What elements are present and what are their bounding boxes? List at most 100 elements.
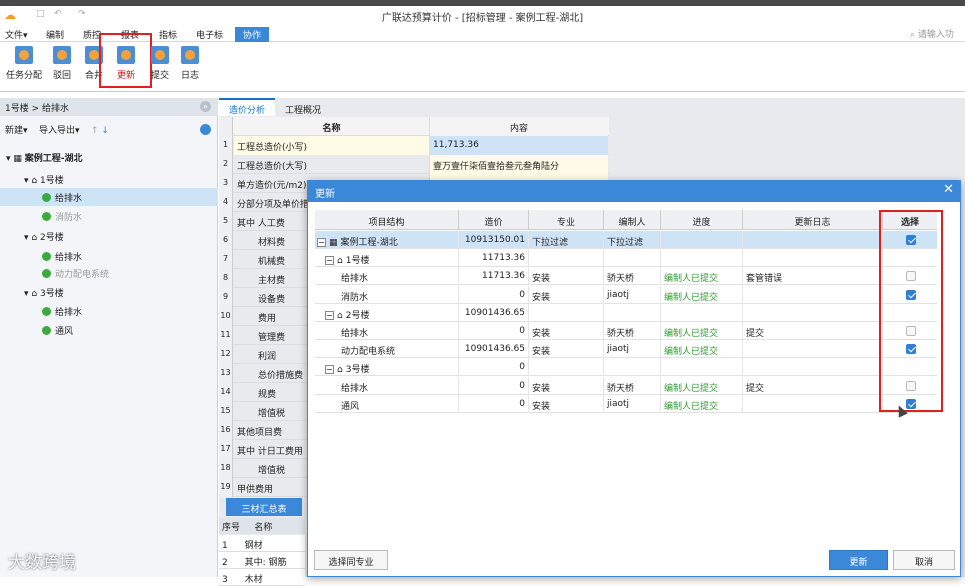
tree-item[interactable]: 消防水: [0, 207, 218, 225]
header-editor: 编制人: [604, 210, 661, 230]
bottom-table-row[interactable]: 1 钢材: [219, 535, 305, 552]
import-export-menu[interactable]: 导入导出▾: [39, 126, 80, 136]
grid-cell-editor: [604, 358, 661, 377]
bottom-header-name: 名称: [254, 523, 273, 533]
structure-label: 1号楼: [345, 256, 370, 267]
tree-item[interactable]: 给排水: [0, 247, 218, 265]
sheet-row[interactable]: 2 工程总造价(大写) 壹万壹仟柒佰壹拾叁元叁角陆分: [219, 155, 609, 174]
header-log: 更新日志: [743, 210, 883, 230]
sheet-row-number: 16: [219, 421, 233, 440]
log-label: 日志: [180, 71, 199, 81]
status-check-icon: [42, 212, 51, 221]
tree-item[interactable]: 通风: [0, 321, 218, 339]
collapse-toggle-icon[interactable]: −: [317, 238, 326, 247]
settings-icon[interactable]: [200, 124, 211, 135]
grid-cell-major: 安装: [529, 267, 604, 286]
tree-item[interactable]: ▾ ⌂ 1号楼: [0, 170, 218, 188]
menu-collab[interactable]: 协作: [235, 27, 270, 42]
task-assign-button[interactable]: 任务分配: [6, 46, 42, 86]
tree-item-label: 1号楼: [39, 176, 64, 186]
close-icon[interactable]: ✕: [943, 182, 954, 197]
bottom-table-row[interactable]: 2 其中: 钢筋: [219, 552, 305, 569]
grid-row[interactable]: − ⌂ 2号楼 10901436.65: [315, 303, 937, 322]
grid-row[interactable]: 给排水 11713.36 安装 骄天桥 编制人已提交 套管错误: [315, 267, 937, 286]
grid-cell-progress: 编制人已提交: [661, 322, 743, 340]
tab-cost-analysis[interactable]: 造价分析: [219, 98, 276, 116]
collapse-icon[interactable]: »: [200, 101, 211, 112]
collapse-toggle-icon[interactable]: −: [325, 310, 334, 320]
search-input[interactable]: ⌕ 请输入功: [910, 27, 965, 40]
status-check-icon: [42, 326, 51, 335]
menu-e-bid[interactable]: 电子标: [196, 28, 223, 41]
grid-cell-editor: 下拉过滤: [604, 231, 661, 249]
move-up-icon[interactable]: ↑: [91, 126, 99, 136]
update-button[interactable]: 更新: [829, 550, 888, 570]
bottom-table-row[interactable]: 3 木材: [219, 569, 305, 586]
menu-file[interactable]: 文件▾: [5, 28, 28, 41]
grid-row[interactable]: − ▦ 案例工程-湖北 10913150.01 下拉过滤 下拉过滤: [315, 231, 937, 249]
tree-item[interactable]: ▾ ⌂ 3号楼: [0, 283, 218, 301]
menu-edit[interactable]: 编制: [46, 28, 64, 41]
sheet-row-number: 18: [219, 459, 233, 478]
grid-row[interactable]: 消防水 0 安装 jiaotj 编制人已提交: [315, 285, 937, 304]
log-button[interactable]: 日志: [172, 46, 208, 86]
grid-cell-log: [743, 340, 883, 359]
menu-index[interactable]: 指标: [159, 28, 177, 41]
tab-overview[interactable]: 工程概况: [275, 100, 331, 118]
grid-cell-major: 下拉过滤: [529, 231, 604, 249]
building-icon: ⌂: [337, 365, 343, 376]
sheet-row-value[interactable]: 壹万壹仟柒佰壹拾叁元叁角陆分: [430, 155, 608, 174]
status-check-icon: [42, 252, 51, 261]
grid-cell-name: 通风: [315, 394, 459, 413]
grid-row[interactable]: 通风 0 安装 jiaotj 编制人已提交: [315, 394, 937, 413]
grid-cell-editor: 骄天桥: [604, 267, 661, 286]
grid-row[interactable]: 给排水 0 安装 骄天桥 编制人已提交 提交: [315, 376, 937, 395]
grid-cell-major: [529, 303, 604, 322]
structure-label: 2号楼: [345, 310, 370, 321]
tree-item[interactable]: 给排水: [0, 188, 218, 206]
task-assign-icon: [15, 46, 33, 64]
building-icon: ⌂: [337, 310, 343, 321]
structure-label: 给排水: [341, 383, 369, 394]
grid-cell-editor: [604, 303, 661, 322]
new-menu[interactable]: 新建▾: [5, 126, 28, 136]
tree-item[interactable]: ▾ ▦ 案例工程-湖北: [0, 148, 218, 166]
move-down-icon[interactable]: ↓: [101, 126, 109, 136]
sheet-header-name: 名称: [234, 117, 430, 136]
tree-item[interactable]: 动力配电系统: [0, 264, 218, 282]
grid-cell-progress: [661, 358, 743, 377]
grid-row[interactable]: − ⌂ 1号楼 11713.36: [315, 249, 937, 268]
sheet-row[interactable]: 1 工程总造价(小写) 11,713.36: [219, 136, 609, 155]
grid-cell-progress: 编制人已提交: [661, 267, 743, 286]
tree-item[interactable]: 给排水: [0, 302, 218, 320]
tree-item-label: 给排水: [55, 253, 83, 263]
grid-cell-log: 提交: [743, 376, 883, 395]
sheet-row-number: 5: [219, 212, 233, 231]
tree-item-label: 3号楼: [39, 289, 64, 299]
grid-row[interactable]: 给排水 0 安装 骄天桥 编制人已提交 提交: [315, 322, 937, 340]
cancel-button[interactable]: 取消: [893, 550, 955, 570]
sheet-row-number: 19: [219, 478, 233, 497]
sheet-row-value[interactable]: 11,713.36: [430, 136, 608, 155]
grid-cell-major: 安装: [529, 340, 604, 359]
building-icon: ⌂: [31, 289, 40, 299]
grid-row[interactable]: 动力配电系统 10901436.65 安装 jiaotj 编制人已提交: [315, 340, 937, 359]
tree-item[interactable]: ▾ ⌂ 2号楼: [0, 227, 218, 245]
header-structure: 项目结构: [315, 210, 459, 230]
structure-label: 消防水: [341, 292, 369, 303]
grid-cell-editor: jiaotj: [604, 285, 661, 304]
grid-cell-log: 套管错误: [743, 267, 883, 286]
collapse-toggle-icon[interactable]: −: [325, 256, 334, 266]
collapse-toggle-icon[interactable]: −: [325, 365, 334, 375]
bottom-row-name: 钢材: [244, 541, 263, 551]
select-same-major-button[interactable]: 选择同专业: [314, 550, 388, 570]
sheet-row-number: 7: [219, 250, 233, 269]
tree-item-label: 案例工程-湖北: [24, 154, 83, 164]
grid-cell-name: 动力配电系统: [315, 340, 459, 359]
bottom-header-no: 序号: [222, 523, 241, 533]
building-icon: ⌂: [31, 176, 40, 186]
reject-button[interactable]: 驳回: [44, 46, 80, 86]
grid-row[interactable]: − ⌂ 3号楼 0: [315, 358, 937, 377]
three-materials-tab[interactable]: 三材汇总表: [226, 498, 302, 516]
